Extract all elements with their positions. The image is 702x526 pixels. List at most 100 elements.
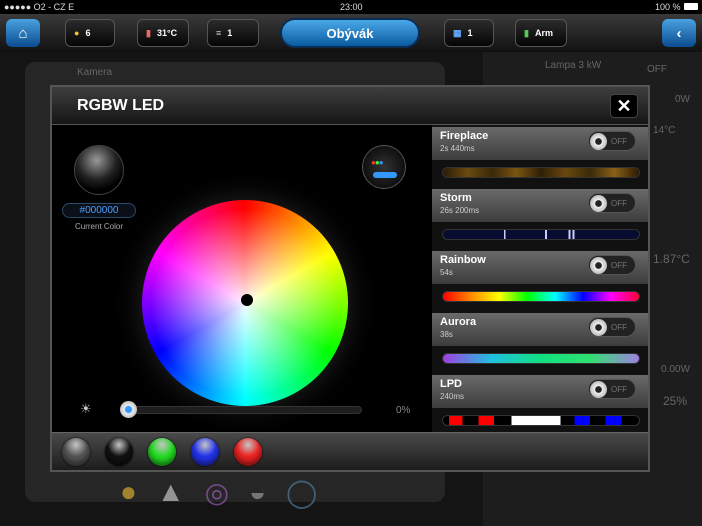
effect-item-rainbow[interactable]: Rainbow 54s OFF (432, 249, 648, 311)
toggle-knob (590, 257, 607, 274)
effect-name: LPD (440, 378, 462, 390)
bulb-icon: ● (74, 28, 80, 38)
camera-label: Kamera (77, 67, 113, 78)
room-selector[interactable]: Obývák (280, 18, 420, 48)
close-button[interactable]: ✕ (610, 94, 638, 118)
lamp-toggle[interactable]: OFF (647, 64, 667, 75)
brightness-slider-handle[interactable] (120, 401, 137, 418)
effect-name: Rainbow (440, 254, 486, 266)
effect-name: Storm (440, 192, 472, 204)
blinds-count: 1 (227, 28, 233, 38)
color-swatch[interactable] (62, 438, 90, 466)
effect-toggle[interactable]: OFF (588, 131, 636, 151)
power-value: 0W (675, 94, 690, 105)
back-button[interactable]: ‹ (662, 19, 696, 47)
temp-value: 14°C (653, 125, 676, 136)
effect-header: Fireplace 2s 440ms OFF (432, 127, 648, 160)
dimmer-percent: 25% (663, 394, 688, 408)
close-icon: ✕ (616, 96, 632, 116)
user-icon[interactable]: ◯ (286, 476, 317, 512)
home-button[interactable]: ⌂ (6, 19, 40, 47)
color-swatch[interactable] (148, 438, 176, 466)
toggle-state: OFF (611, 323, 627, 332)
effect-preview-strip (442, 167, 640, 178)
color-swatches (52, 432, 648, 470)
effect-duration: 2s 440ms (440, 144, 475, 153)
brightness-icon: ☀ (80, 401, 92, 416)
alarm-status: Arm (534, 28, 553, 38)
effect-item-lpd[interactable]: LPD 240ms OFF (432, 373, 648, 435)
toggle-state: OFF (611, 199, 627, 208)
carrier: ●●●●● O2 - CZ E (4, 2, 75, 12)
blinds-icon: ≡ (216, 28, 222, 38)
toggle-knob (590, 133, 607, 150)
alarm-button[interactable]: ▮ Arm (515, 19, 567, 47)
brightness-slider[interactable] (120, 401, 362, 418)
window-icon: ▦ (453, 27, 462, 38)
home-logo-icon: ⌂ (18, 24, 28, 42)
bulb-icon[interactable]: ● (120, 476, 137, 512)
current-color-hex[interactable]: #000000 (62, 203, 136, 218)
thermostat-icon[interactable]: ▲ (157, 476, 185, 512)
windows-button[interactable]: ▦ 1 (444, 19, 494, 47)
effect-duration: 26s 200ms (440, 206, 480, 215)
effect-item-storm[interactable]: Storm 26s 200ms OFF (432, 187, 648, 249)
effect-duration: 38s (440, 330, 453, 339)
toggle-knob (590, 195, 607, 212)
thermometer-icon: ▮ (146, 27, 151, 38)
dialog-header: RGBW LED ✕ (52, 87, 648, 125)
lights-button[interactable]: ● 6 (65, 19, 115, 47)
toggle-knob (590, 319, 607, 336)
power-value-2: 0.00W (661, 364, 690, 375)
dialog-title: RGBW LED (77, 97, 165, 114)
effect-toggle[interactable]: OFF (588, 255, 636, 275)
rgb-dots-icon: ●●● (371, 158, 383, 167)
toggle-knob (590, 381, 607, 398)
color-swatch[interactable] (105, 438, 133, 466)
mode-toggle-button[interactable]: ●●● (362, 145, 406, 189)
effect-preview-strip (442, 353, 640, 364)
current-color-preview (74, 145, 124, 195)
lights-count: 6 (85, 28, 91, 38)
toggle-state: OFF (611, 261, 627, 270)
color-picker-area: #000000 Current Color ●●● ☀ 0% (52, 125, 432, 432)
current-color-label: Current Color (74, 222, 123, 231)
effect-preview-strip (442, 229, 640, 240)
toggle-state: OFF (611, 137, 627, 146)
effect-item-aurora[interactable]: Aurora 38s OFF (432, 311, 648, 373)
color-wheel[interactable] (142, 200, 348, 406)
battery: 100 % (655, 2, 681, 12)
lamp-label: Lampa 3 kW (545, 60, 602, 71)
temperature-button[interactable]: ▮ 31°C (137, 19, 189, 47)
blinds-button[interactable]: ≡ 1 (207, 19, 259, 47)
rgbw-led-dialog: RGBW LED ✕ #000000 Current Color ●●● ☀ 0… (50, 85, 650, 472)
effect-duration: 240ms (440, 392, 465, 401)
effect-item-fireplace[interactable]: Fireplace 2s 440ms OFF (432, 125, 648, 187)
camera-icon[interactable]: ◒ (249, 476, 266, 512)
effect-header: Aurora 38s OFF (432, 313, 648, 346)
clock: 23:00 (340, 2, 363, 12)
toggle-state: OFF (611, 385, 627, 394)
effects-list: Fireplace 2s 440ms OFF Storm 26s 200ms OFF Rai… (432, 125, 648, 432)
battery-icon (684, 3, 698, 10)
temperature-value: 31°C (156, 28, 178, 38)
effect-toggle[interactable]: OFF (588, 379, 636, 399)
windows-count: 1 (467, 28, 473, 38)
effect-name: Aurora (440, 316, 477, 328)
color-swatch[interactable] (234, 438, 262, 466)
temp-value-2: 1.87°C (653, 252, 690, 266)
effect-header: Rainbow 54s OFF (432, 251, 648, 284)
status-bar: ●●●●● O2 - CZ E 23:00 100 % (0, 0, 702, 14)
effect-preview-strip (442, 415, 640, 426)
bottom-dock: ● ▲ ◎ ◒ ◯ (120, 476, 360, 512)
effect-preview-strip (442, 291, 640, 302)
chevron-left-icon: ‹ (676, 24, 682, 42)
rgb-wheel-icon[interactable]: ◎ (205, 476, 229, 512)
color-swatch[interactable] (191, 438, 219, 466)
brightness-value: 0% (396, 405, 411, 416)
effect-duration: 54s (440, 268, 453, 277)
effect-toggle[interactable]: OFF (588, 317, 636, 337)
effect-name: Fireplace (440, 130, 489, 142)
effect-toggle[interactable]: OFF (588, 193, 636, 213)
color-picker-handle[interactable] (241, 294, 253, 306)
